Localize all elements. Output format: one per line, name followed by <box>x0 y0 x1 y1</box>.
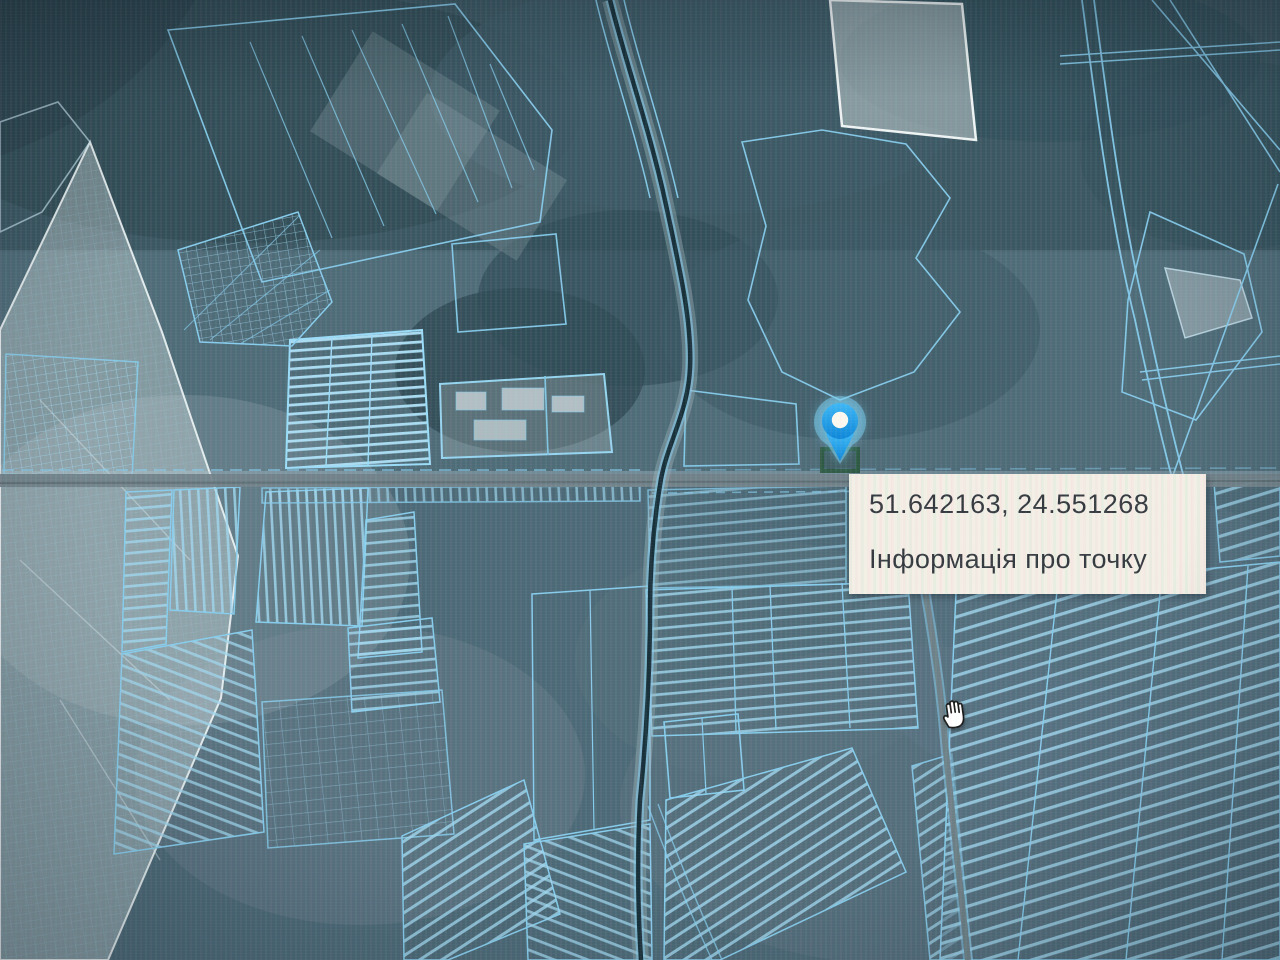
map-viewport: 51.642163, 24.551268 Інформація про точк… <box>0 0 1280 960</box>
pin-body <box>822 403 858 461</box>
coordinates-popup: 51.642163, 24.551268 Інформація про точк… <box>849 474 1206 594</box>
point-info-link[interactable]: Інформація про точку <box>869 544 1194 574</box>
map-pin-marker[interactable] <box>806 384 874 468</box>
hand-cursor <box>933 692 975 734</box>
popup-coordinates-text: 51.642163, 24.551268 <box>869 489 1194 519</box>
